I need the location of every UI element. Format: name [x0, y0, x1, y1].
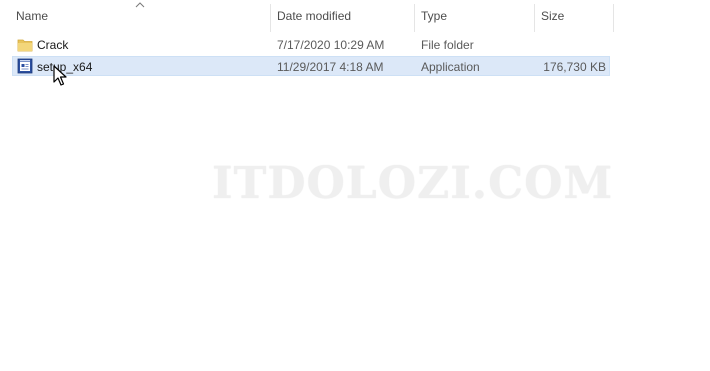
file-row-setup-x64[interactable]: setup_x64 11/29/2017 4:18 AM Application… [12, 56, 610, 76]
column-header-date-modified[interactable]: Date modified [271, 0, 414, 34]
column-header-type-label: Type [421, 9, 448, 23]
column-header-name-label: Name [16, 9, 49, 23]
column-header-date-modified-label: Date modified [277, 9, 352, 23]
column-header-type[interactable]: Type [415, 0, 534, 34]
column-header-size[interactable]: Size [535, 0, 613, 34]
column-header-size-label: Size [541, 9, 565, 23]
file-row-crack[interactable]: Crack 7/17/2020 10:29 AM File folder [12, 35, 610, 55]
column-header-row: Name Date modified Type Size [0, 0, 615, 34]
file-type: Application [421, 60, 480, 74]
column-header-name[interactable]: Name [10, 0, 270, 34]
folder-icon [17, 39, 33, 52]
file-type: File folder [421, 38, 474, 52]
file-date-modified: 7/17/2020 10:29 AM [277, 38, 385, 52]
application-icon [17, 58, 33, 74]
file-date-modified: 11/29/2017 4:18 AM [277, 60, 384, 74]
file-name: Crack [37, 38, 69, 52]
watermark: ITDOLOZI.COM [212, 158, 614, 209]
mouse-pointer-icon [53, 65, 67, 86]
file-size: 176,730 KB [543, 60, 606, 74]
column-divider[interactable] [613, 4, 614, 32]
